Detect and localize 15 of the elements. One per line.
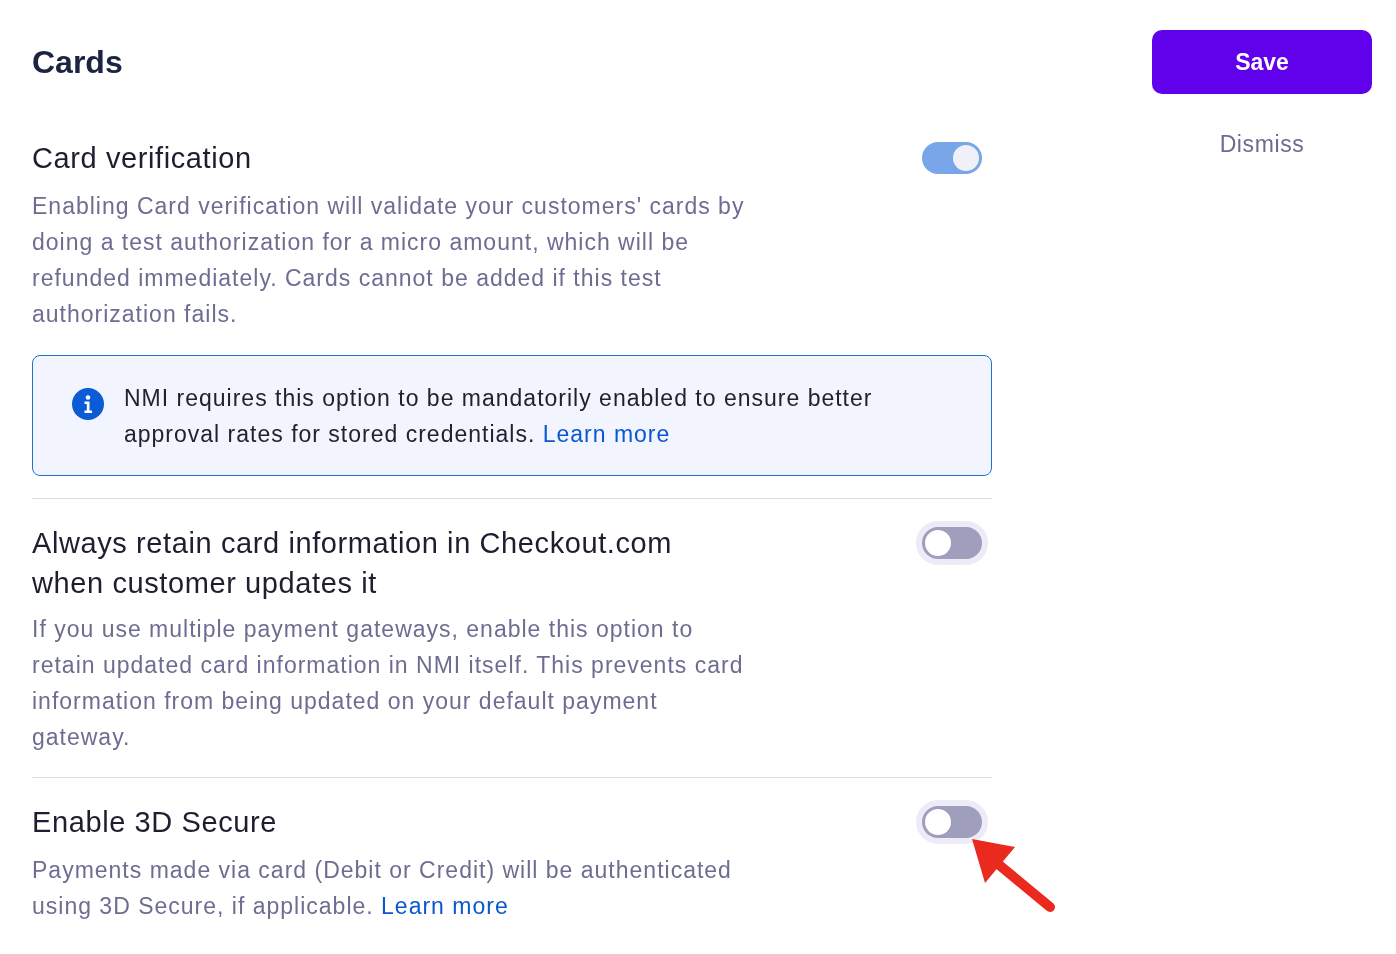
setting-title: Card verification	[32, 141, 252, 176]
toggle-switch[interactable]	[916, 800, 988, 844]
learn-more-link[interactable]: Learn more	[542, 421, 671, 447]
notice-text: NMI requires this option to be mandatorily enabled to ensure better approval rates for stored credentials. Learn more	[124, 384, 874, 449]
setting-title: Enable 3D Secure	[32, 805, 277, 840]
learn-more-link[interactable]: Learn more	[381, 893, 509, 919]
setting-description: If you use multiple payment gateways, enable this option to retain updated card information in NMI itself. This prevents card information from being updated on your default payment gateway.	[32, 615, 745, 752]
save-button[interactable]: Save	[1152, 30, 1372, 94]
dismiss-button[interactable]: Dismiss	[1215, 129, 1309, 159]
toggle-switch[interactable]	[916, 521, 988, 565]
page-title: Cards	[32, 43, 123, 82]
setting-description: Enabling Card verification will validate your customers' cards by doing a test authorization for a micro amount, which will be refunded immediately. Cards cannot be added if this test authorization fails.	[32, 192, 746, 329]
setting-description: Payments made via card (Debit or Credit) will be authenticated using 3D Secure, if applicable. Learn more	[32, 856, 733, 921]
info-icon	[72, 388, 104, 420]
setting-title: Always retain card information in Checkout.com when customer updates it	[32, 526, 674, 601]
